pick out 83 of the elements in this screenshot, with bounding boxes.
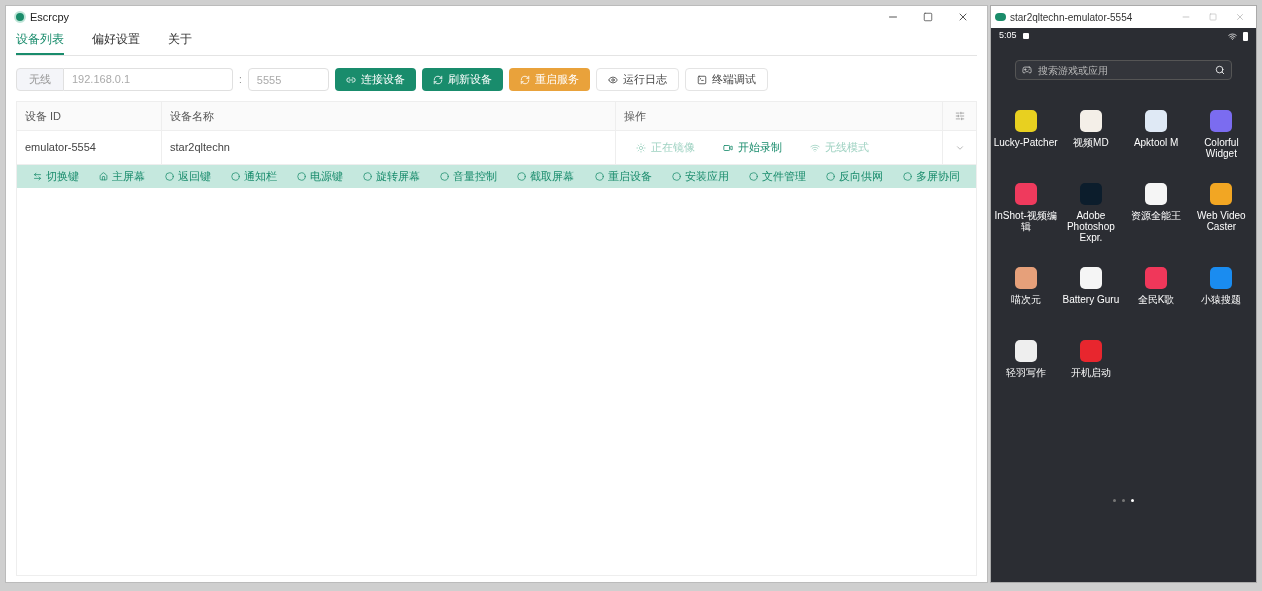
control-button[interactable]: 多屏协同 — [902, 168, 960, 185]
column-header: 操作 — [616, 102, 943, 130]
gamepad-icon — [1022, 65, 1032, 75]
refresh-icon — [519, 74, 530, 85]
tab[interactable]: 设备列表 — [16, 30, 64, 55]
app-launcher[interactable]: 喵次元 — [993, 267, 1059, 316]
video-camera-icon — [723, 142, 733, 153]
sun-icon — [636, 142, 646, 153]
window-title: Escrcpy — [30, 9, 70, 25]
wifi-icon — [810, 142, 820, 153]
host-field[interactable]: 192.168.0.1 — [64, 68, 233, 91]
page-indicator[interactable] — [1113, 499, 1116, 502]
notification-icon — [1022, 33, 1029, 39]
home-icon — [99, 172, 109, 181]
maximize-icon[interactable] — [923, 12, 933, 22]
toolbar-button[interactable]: 运行日志 — [595, 68, 679, 91]
circle-icon — [363, 172, 373, 181]
app-logo-icon — [14, 11, 26, 23]
circle-icon — [825, 172, 835, 181]
control-button[interactable]: 切换键 — [33, 168, 80, 185]
separator-text: : — [239, 73, 242, 87]
app-launcher[interactable]: 小猿搜题 — [1188, 267, 1254, 316]
battery-icon — [1243, 31, 1248, 41]
toolbar-button[interactable]: 连接设备 — [334, 68, 416, 91]
control-button[interactable]: 主屏幕 — [99, 168, 146, 185]
app-launcher[interactable]: 全民K歌 — [1123, 267, 1189, 316]
control-button[interactable]: 旋转屏幕 — [363, 168, 421, 185]
control-button[interactable]: 反向供网 — [825, 168, 883, 185]
toolbar-button[interactable]: 终端调试 — [684, 68, 768, 91]
control-button[interactable]: 文件管理 — [748, 168, 806, 185]
app-launcher[interactable]: 开机启动 — [1058, 340, 1124, 389]
circle-icon — [165, 172, 175, 181]
column-header: 设备名称 — [162, 102, 616, 130]
toolbar-button[interactable]: 刷新设备 — [421, 68, 503, 91]
control-button[interactable]: 音量控制 — [440, 168, 498, 185]
circle-icon — [440, 172, 450, 181]
control-button[interactable]: 通知栏 — [231, 168, 278, 185]
link-icon — [345, 74, 356, 85]
control-button[interactable]: 返回键 — [165, 168, 212, 185]
column-settings-icon[interactable] — [954, 111, 965, 121]
app-launcher[interactable]: Adobe Photoshop Expr. — [1058, 183, 1124, 243]
circle-icon — [231, 172, 241, 181]
action-link[interactable]: 开始录制 — [723, 139, 782, 156]
app-launcher[interactable]: 视频MD — [1058, 110, 1124, 159]
app-search-field[interactable]: 搜索游戏或应用 — [1015, 60, 1232, 80]
circle-icon — [902, 172, 912, 181]
switch-icon — [33, 172, 43, 181]
control-button[interactable]: 截取屏幕 — [517, 168, 575, 185]
circle-icon — [594, 172, 604, 181]
close-icon[interactable] — [957, 11, 969, 23]
app-launcher[interactable]: Colorful Widget — [1188, 110, 1254, 159]
app-launcher[interactable]: Battery Guru — [1058, 267, 1124, 316]
port-field[interactable]: 5555 — [247, 68, 329, 91]
circle-icon — [671, 172, 681, 181]
page-indicator[interactable] — [1131, 499, 1134, 502]
app-logo-icon — [995, 13, 1006, 21]
app-launcher[interactable]: Apktool M — [1123, 110, 1189, 159]
table-cell: star2qltechn — [162, 131, 616, 164]
circle-icon — [517, 172, 527, 181]
table-cell: emulator-5554 — [17, 131, 162, 164]
app-launcher[interactable]: Lucky-Patcher — [993, 110, 1059, 159]
search-icon — [1215, 65, 1225, 75]
app-launcher[interactable]: Web Video Caster — [1188, 183, 1254, 243]
circle-icon — [748, 172, 758, 181]
refresh-icon — [432, 74, 443, 85]
status-time: 5:05 — [999, 29, 1017, 43]
tab[interactable]: 关于 — [168, 30, 192, 55]
mode-label: 无线 — [16, 68, 64, 91]
control-button[interactable]: 电源键 — [297, 168, 344, 185]
page-indicator[interactable] — [1122, 499, 1125, 502]
terminal-icon — [696, 74, 707, 85]
app-launcher[interactable]: InShot-视频编辑 — [993, 183, 1059, 243]
circle-icon — [297, 172, 307, 181]
app-launcher[interactable]: 轻羽写作 — [993, 340, 1059, 389]
wifi-icon — [1228, 31, 1237, 41]
app-launcher[interactable]: 资源全能王 — [1123, 183, 1189, 243]
column-header: 设备 ID — [17, 102, 162, 130]
window-title: star2qltechn-emulator-5554 — [1010, 10, 1133, 25]
tab[interactable]: 偏好设置 — [92, 30, 140, 55]
control-button[interactable]: 重启设备 — [594, 168, 652, 185]
control-button[interactable]: 安装应用 — [671, 168, 729, 185]
eye-icon — [607, 74, 618, 85]
maximize-icon[interactable] — [1209, 13, 1217, 21]
